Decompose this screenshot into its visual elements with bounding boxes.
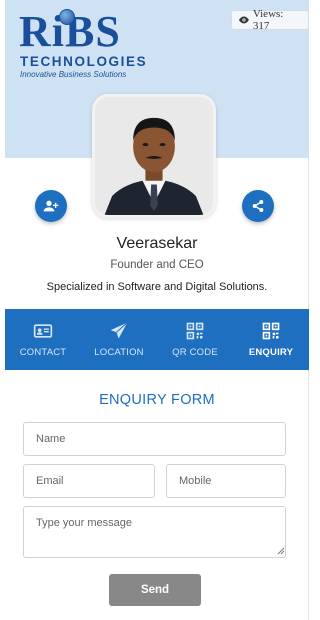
- views-counter: Views: 317: [231, 8, 309, 32]
- tab-qr-code[interactable]: QR CODE: [157, 309, 233, 370]
- views-text: Views: 317: [252, 8, 284, 32]
- globe-icon: [59, 9, 75, 25]
- tab-label: CONTACT: [19, 347, 67, 358]
- tab-contact[interactable]: CONTACT: [5, 309, 81, 370]
- business-card: RiBS TECHNOLOGIES Innovative Business So…: [5, 0, 309, 620]
- profile-tagline: Specialized in Software and Digital Solu…: [46, 281, 268, 293]
- nav-tabs: CONTACT LOCATION QR CODE ENQUIRY: [5, 309, 309, 370]
- logo-tagline: Innovative Business Solutions: [20, 70, 127, 79]
- qr-code-icon: [186, 322, 204, 340]
- tab-label: QR CODE: [172, 347, 218, 358]
- company-logo: RiBS TECHNOLOGIES Innovative Business So…: [19, 8, 149, 86]
- logo-sub-text: TECHNOLOGIES: [20, 54, 148, 69]
- add-contact-button[interactable]: [35, 190, 67, 222]
- mobile-field[interactable]: [166, 464, 286, 498]
- enquiry-form-title: ENQUIRY FORM: [99, 392, 215, 408]
- tab-label: LOCATION: [94, 347, 144, 358]
- profile-name: Veerasekar: [116, 235, 198, 252]
- tab-enquiry[interactable]: ENQUIRY: [233, 309, 309, 370]
- send-button[interactable]: Send: [109, 574, 201, 606]
- paper-plane-icon: [110, 322, 128, 339]
- eye-icon: [238, 16, 249, 24]
- message-field[interactable]: [23, 506, 286, 558]
- email-field[interactable]: [23, 464, 155, 498]
- qr-code-icon: [262, 322, 280, 340]
- name-field[interactable]: [23, 422, 286, 456]
- share-icon: [252, 200, 264, 212]
- id-card-icon: [33, 324, 53, 338]
- profile-photo: [92, 94, 216, 218]
- profile-title: Founder and CEO: [110, 259, 204, 271]
- tab-location[interactable]: LOCATION: [81, 309, 157, 370]
- user-plus-icon: [43, 200, 59, 212]
- tab-label: ENQUIRY: [248, 347, 294, 358]
- resize-handle-icon[interactable]: [277, 547, 285, 555]
- share-button[interactable]: [242, 190, 274, 222]
